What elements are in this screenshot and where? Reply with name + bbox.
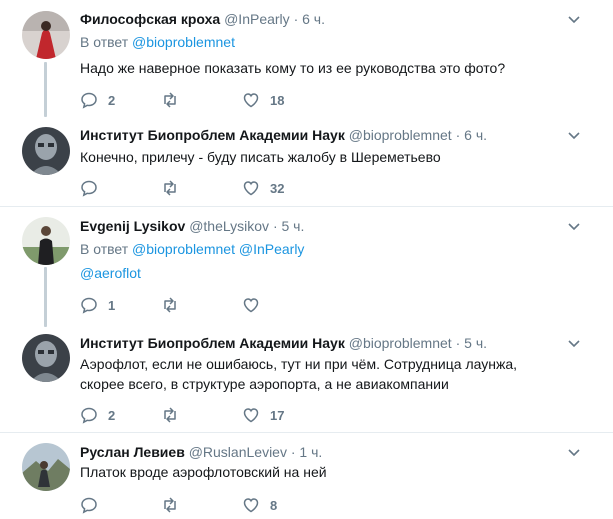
reply-icon <box>81 92 97 109</box>
reply-context: В ответ @bioproblemnet @InPearly <box>80 239 304 259</box>
tweet-actions: 1 <box>80 295 500 315</box>
retweet-button[interactable] <box>161 90 189 110</box>
tweet-4[interactable]: Институт Биопроблем Академии Наук @biopr… <box>0 324 613 434</box>
retweet-button[interactable] <box>161 178 189 198</box>
tweet-header: Evgenij Lysikov @theLysikov · 5 ч. <box>80 216 304 236</box>
tweet-header: Философская кроха @InPearly · 6 ч. <box>80 9 325 29</box>
chevron-down-icon[interactable] <box>567 446 581 460</box>
like-icon <box>243 498 259 513</box>
reply-prefix: В ответ <box>80 34 129 50</box>
reply-icon <box>81 297 97 314</box>
retweet-button[interactable] <box>161 495 189 515</box>
handle[interactable]: @bioproblemnet <box>349 335 452 351</box>
retweet-button[interactable] <box>161 295 189 315</box>
reply-button[interactable] <box>80 495 108 515</box>
retweet-icon <box>164 407 176 423</box>
reply-count: 2 <box>108 407 116 423</box>
avatar[interactable] <box>22 217 70 265</box>
tweet-1[interactable]: Философская кроха @InPearly · 6 ч. В отв… <box>0 0 613 117</box>
retweet-button[interactable] <box>161 405 189 425</box>
like-count: 18 <box>270 92 285 108</box>
tweet-text-mention[interactable]: @aeroflot <box>80 263 141 283</box>
tweet-actions: 8 <box>80 495 500 515</box>
display-name[interactable]: Институт Биопроблем Академии Наук <box>80 335 345 351</box>
tweet-text: Платок вроде аэрофлотовский на ней <box>80 464 327 480</box>
separator-dot: · <box>290 444 296 460</box>
avatar[interactable] <box>22 334 70 382</box>
separator-dot: · <box>455 335 461 351</box>
reply-icon <box>81 180 97 197</box>
thread-line <box>44 62 47 117</box>
tweet-actions: 2 18 <box>80 90 500 110</box>
tweet-header: Институт Биопроблем Академии Наук @biopr… <box>80 333 487 353</box>
reply-prefix: В ответ <box>80 241 129 257</box>
like-icon <box>243 408 259 423</box>
avatar[interactable] <box>22 443 70 491</box>
reply-button[interactable] <box>80 178 108 198</box>
chevron-down-icon[interactable] <box>567 129 581 143</box>
like-button[interactable]: 18 <box>242 90 284 110</box>
display-name[interactable]: Философская кроха <box>80 11 220 27</box>
tweet-text: Надо же наверное показать кому то из ее … <box>80 60 506 76</box>
handle[interactable]: @RuslanLeviev <box>189 444 287 460</box>
chevron-down-icon[interactable] <box>567 337 581 351</box>
like-count: 8 <box>270 497 278 513</box>
like-count: 17 <box>270 407 285 423</box>
reply-count: 1 <box>108 297 116 313</box>
like-icon <box>243 181 259 196</box>
like-button[interactable] <box>242 295 270 315</box>
reply-mention-2[interactable]: @InPearly <box>239 241 305 257</box>
timestamp[interactable]: 5 ч. <box>282 218 305 234</box>
reply-button[interactable]: 2 <box>80 405 115 425</box>
like-button[interactable]: 32 <box>242 178 284 198</box>
chevron-down-icon[interactable] <box>567 220 581 234</box>
timestamp[interactable]: 6 ч. <box>302 11 325 27</box>
avatar[interactable] <box>22 127 70 175</box>
reply-button[interactable]: 2 <box>80 90 115 110</box>
reply-mention[interactable]: @bioproblemnet <box>132 241 235 257</box>
like-icon <box>243 93 259 108</box>
display-name[interactable]: Evgenij Lysikov <box>80 218 185 234</box>
like-button[interactable]: 8 <box>242 495 277 515</box>
thread-line <box>44 267 47 327</box>
timestamp[interactable]: 1 ч. <box>299 444 322 460</box>
timestamp[interactable]: 6 ч. <box>464 127 487 143</box>
like-button[interactable]: 17 <box>242 405 284 425</box>
like-count: 32 <box>270 180 285 196</box>
retweet-icon <box>164 297 176 313</box>
handle[interactable]: @InPearly <box>224 11 290 27</box>
retweet-icon <box>164 92 176 108</box>
tweet-header: Институт Биопроблем Академии Наук @biopr… <box>80 125 487 145</box>
timestamp[interactable]: 5 ч. <box>464 335 487 351</box>
handle[interactable]: @bioproblemnet <box>349 127 452 143</box>
tweet-3[interactable]: Evgenij Lysikov @theLysikov · 5 ч. В отв… <box>0 207 613 327</box>
separator-dot: · <box>455 127 461 143</box>
separator-dot: · <box>272 218 278 234</box>
tweet-5[interactable]: Руслан Левиев @RuslanLeviev · 1 ч. Плато… <box>0 433 613 519</box>
reply-icon <box>81 497 97 514</box>
like-icon <box>243 298 259 313</box>
display-name[interactable]: Институт Биопроблем Академии Наук <box>80 127 345 143</box>
retweet-icon <box>164 497 176 513</box>
avatar[interactable] <box>22 11 70 59</box>
reply-context: В ответ @bioproblemnet <box>80 32 235 52</box>
tweet-header: Руслан Левиев @RuslanLeviev · 1 ч. <box>80 442 322 462</box>
tweet-text: Аэрофлот, если не ошибаюсь, тут ни при ч… <box>80 356 518 392</box>
tweet-text: Конечно, прилечу - буду писать жалобу в … <box>80 149 441 165</box>
chevron-down-icon[interactable] <box>567 13 581 27</box>
reply-mention[interactable]: @bioproblemnet <box>132 34 235 50</box>
separator-dot: · <box>293 11 299 27</box>
retweet-icon <box>164 180 176 196</box>
display-name[interactable]: Руслан Левиев <box>80 444 185 460</box>
tweet-actions: 2 17 <box>80 405 500 425</box>
tweet-2[interactable]: Институт Биопроблем Академии Наук @biopr… <box>0 115 613 206</box>
reply-button[interactable]: 1 <box>80 295 115 315</box>
handle[interactable]: @theLysikov <box>189 218 269 234</box>
reply-count: 2 <box>108 92 116 108</box>
tweet-actions: 32 <box>80 178 500 198</box>
reply-icon <box>81 407 97 424</box>
